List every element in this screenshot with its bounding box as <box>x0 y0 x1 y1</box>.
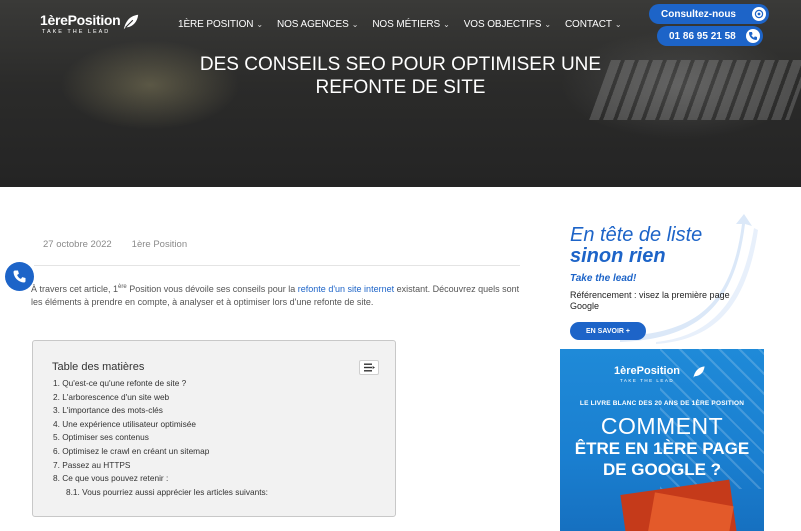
leaf-icon <box>693 366 705 378</box>
ad2-comment: COMMENT <box>600 413 724 439</box>
ad2-logo-tagline: TAKE THE LEAD <box>620 378 675 383</box>
leaf-icon <box>123 14 139 30</box>
phone-button[interactable]: 01 86 95 21 58 <box>657 26 763 46</box>
intro-sup: ère <box>118 284 127 290</box>
phone-icon <box>749 32 757 40</box>
page: 1èrePosition TAKE THE LEAD 1ÈRE POSITION… <box>0 0 801 531</box>
toc-item[interactable]: 8. Ce que vous pouvez retenir : <box>53 472 268 486</box>
nav-label: 1ÈRE POSITION <box>178 19 254 30</box>
chevron-down-icon: ⌄ <box>443 20 450 29</box>
toc-item[interactable]: 4. Une expérience utilisateur optimisée <box>53 418 268 432</box>
sidebar-ad-seo[interactable]: En tête de liste sinon rien Take the lea… <box>560 214 760 344</box>
hero-banner: 1èrePosition TAKE THE LEAD 1ÈRE POSITION… <box>0 0 801 187</box>
page-title-line2: REFONTE DE SITE <box>315 77 486 98</box>
intro-text: À travers cet article, 1 <box>31 284 119 294</box>
ad2-headline-line1: ÊTRE EN 1ÈRE PAGE <box>574 439 750 458</box>
toc-item[interactable]: 7. Passez au HTTPS <box>53 459 268 473</box>
consult-icon-wrap <box>752 7 766 21</box>
article-intro: À travers cet article, 1ère Position vou… <box>31 281 527 309</box>
en-savoir-plus-button[interactable]: EN SAVOIR + <box>570 322 646 340</box>
toc-list: 1. Qu'est-ce qu'une refonte de site ? 2.… <box>53 377 268 499</box>
consult-label: Consultez-nous <box>661 8 736 20</box>
toc-item[interactable]: 5. Optimiser ses contenus <box>53 431 268 445</box>
nav-item-1ere-position[interactable]: 1ÈRE POSITION ⌄ <box>178 19 263 30</box>
toc-item[interactable]: 3. L'importance des mots-clés <box>53 404 268 418</box>
ad1-heading-2: sinon rien <box>570 245 666 267</box>
phone-label: 01 86 95 21 58 <box>669 30 736 42</box>
chevron-down-icon: ⌄ <box>256 20 263 29</box>
article-meta: 27 octobre 2022 1ère Position <box>43 239 187 250</box>
refonte-link[interactable]: refonte d'un site internet <box>298 284 394 294</box>
logo-brand: 1èrePosition <box>40 12 121 28</box>
main-nav: 1ÈRE POSITION ⌄ NOS AGENCES ⌄ NOS MÉTIERS ⌄… <box>178 19 635 30</box>
article-author[interactable]: 1ère Position <box>132 239 187 250</box>
toc-item[interactable]: 1. Qu'est-ce qu'une refonte de site ? <box>53 377 268 391</box>
ad1-description: Référencement : visez la première page G… <box>570 290 730 311</box>
toc-title: Table des matières <box>52 361 145 373</box>
ad2-livre-blanc-text: LE LIVRE BLANC DES 20 ANS DE 1ÈRE POSITI… <box>579 400 745 407</box>
phone-icon <box>13 270 26 283</box>
nav-item-contact[interactable]: CONTACT ⌄ <box>565 19 622 30</box>
ad1-heading-1: En tête de liste <box>570 224 703 246</box>
floating-call-button[interactable] <box>5 262 34 291</box>
chevron-down-icon: ⌄ <box>351 20 359 29</box>
consult-button[interactable]: Consultez-nous <box>649 4 769 24</box>
nav-label: NOS AGENCES <box>277 19 349 30</box>
chevron-down-icon: ⌄ <box>544 20 551 29</box>
phone-icon-wrap <box>746 29 760 43</box>
intro-text: Position vous dévoile ses conseils pour … <box>126 284 298 294</box>
toc-item[interactable]: 6. Optimisez le crawl en créant un sitem… <box>53 445 268 459</box>
meta-divider <box>34 265 520 266</box>
toc-subitem[interactable]: 8.1. Vous pourriez aussi apprécier les a… <box>53 486 268 500</box>
nav-label: VOS OBJECTIFS <box>463 19 542 30</box>
ad2-headline-line2: DE GOOGLE ? <box>602 460 722 479</box>
toc-toggle-button[interactable] <box>359 360 379 375</box>
ad1-tagline: Take the lead! <box>570 273 637 284</box>
page-title-line1: DES CONSEILS SEO POUR OPTIMISER UNE <box>199 54 602 75</box>
nav-item-nos-agences[interactable]: NOS AGENCES ⌄ <box>277 19 358 30</box>
list-icon <box>364 363 375 372</box>
ad2-logo-brand: 1èrePosition <box>614 365 681 377</box>
nav-item-vos-objectifs[interactable]: VOS OBJECTIFS ⌄ <box>464 19 551 30</box>
site-logo[interactable]: 1èrePosition TAKE THE LEAD <box>40 12 144 38</box>
chevron-down-icon: ⌄ <box>614 20 622 29</box>
table-of-contents: Table des matières 1. Qu'est-ce qu'une r… <box>32 340 396 517</box>
ad2-headline: ÊTRE EN 1ÈRE PAGE DE GOOGLE ? <box>560 438 764 480</box>
nav-label: CONTACT <box>564 19 612 30</box>
page-title: DES CONSEILS SEO POUR OPTIMISER UNE REFO… <box>0 53 801 99</box>
article-date: 27 octobre 2022 <box>43 239 112 250</box>
support-icon <box>754 9 764 19</box>
sidebar-ad-livre-blanc[interactable]: 1èrePosition TAKE THE LEAD LE LIVRE BLAN… <box>560 349 764 531</box>
nav-label: NOS MÉTIERS <box>372 19 441 30</box>
toc-item[interactable]: 2. L'arborescence d'un site web <box>53 391 268 405</box>
logo-tagline: TAKE THE LEAD <box>42 29 111 35</box>
nav-item-nos-metiers[interactable]: NOS MÉTIERS ⌄ <box>372 19 450 30</box>
